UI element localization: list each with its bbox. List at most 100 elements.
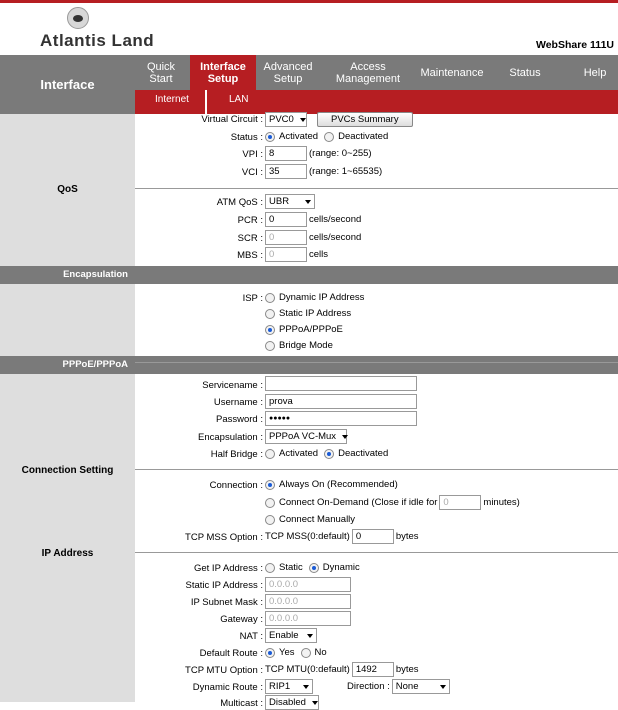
section-pppoe-bar: PPPoE/PPPoA	[0, 356, 618, 374]
chevron-down-icon	[439, 684, 446, 689]
radio-label: No	[314, 647, 327, 658]
subtab-divider	[205, 90, 207, 114]
tab-status[interactable]: Status	[500, 55, 550, 90]
status-activated-radio[interactable]	[265, 131, 275, 142]
gateway-input[interactable]: 0.0.0.0	[265, 611, 351, 626]
tab-interface-setup[interactable]: Interface Setup	[190, 55, 256, 90]
radio-label: Activated	[279, 131, 319, 142]
atmqos-label: ATM QoS :	[216, 197, 263, 208]
section-ip: IP Address	[41, 548, 94, 559]
section-pppoe: PPPoE/PPPoA	[62, 359, 128, 370]
chevron-down-icon	[299, 117, 306, 122]
tab-quick-start[interactable]: Quick Start	[135, 55, 187, 90]
tcpmtu-input[interactable]: 1492	[351, 662, 394, 677]
radio-label: Always On (Recommended)	[279, 479, 398, 490]
tab-access-management[interactable]: Access Management	[326, 55, 410, 90]
multicast-label: Multicast :	[220, 698, 263, 709]
connection-always-radio[interactable]	[265, 479, 275, 490]
radio-label: Bridge Mode	[279, 340, 333, 351]
encap-select[interactable]: PPPoA VC-Mux	[265, 429, 349, 444]
idle-unit: minutes)	[483, 497, 520, 508]
connection-manual-radio[interactable]	[265, 514, 275, 525]
atmqos-select[interactable]: UBR	[265, 194, 315, 209]
nat-label: NAT :	[239, 631, 263, 642]
username-input[interactable]: prova	[265, 394, 417, 409]
getip-static-radio[interactable]	[265, 562, 275, 573]
tab-label: Maintenance	[420, 66, 484, 79]
defroute-no-radio[interactable]	[300, 647, 311, 658]
radio-label: PPPoA/PPPoE	[279, 324, 343, 335]
staticip-input[interactable]: 0.0.0.0	[265, 577, 351, 592]
multicast-value: Disabled	[269, 697, 306, 708]
chevron-down-icon	[303, 684, 309, 689]
section-qos: QoS	[57, 184, 78, 195]
defroute-yes-radio[interactable]	[265, 647, 275, 658]
status-deactivated-radio[interactable]	[324, 131, 335, 142]
vpi-range: (range: 0~255)	[309, 148, 372, 159]
tab-label: Access Management	[335, 60, 401, 85]
subnet-input[interactable]: 0.0.0.0	[265, 594, 351, 609]
tab-help[interactable]: Help	[575, 55, 615, 90]
radio-label: Deactivated	[338, 448, 389, 459]
radio-label: Dynamic IP Address	[279, 292, 365, 303]
connection-ondemand-radio[interactable]	[265, 497, 275, 508]
pvcs-summary-button[interactable]: PVCs Summary	[317, 112, 413, 127]
vci-input[interactable]: 35	[265, 164, 307, 179]
chevron-down-icon	[311, 700, 318, 705]
radio-label: Deactivated	[338, 131, 389, 142]
tcpmss-label: TCP MSS Option :	[185, 532, 263, 543]
atmqos-value: UBR	[269, 196, 290, 207]
halfbridge-deactivated-radio[interactable]	[324, 448, 335, 459]
tcpmtu-prefix: TCP MTU(0:default)	[265, 664, 350, 675]
nat-select[interactable]: Enable	[265, 628, 317, 643]
staticip-label: Static IP Address :	[185, 580, 263, 591]
vpi-label: VPI :	[242, 149, 263, 160]
isp-static-radio[interactable]	[265, 308, 275, 319]
isp-bridge-radio[interactable]	[265, 340, 275, 351]
vpi-input[interactable]: 8	[265, 146, 307, 161]
encap-value: PPPoA VC-Mux	[269, 431, 337, 442]
tcpmss-prefix: TCP MSS(0:default)	[265, 531, 350, 542]
pcr-input[interactable]: 0	[265, 212, 307, 227]
gateway-label: Gateway :	[220, 614, 263, 625]
vc-value: PVC0	[269, 114, 294, 125]
tab-maintenance[interactable]: Maintenance	[408, 55, 496, 90]
password-input[interactable]: ●●●●●	[265, 411, 417, 426]
model-name: WebShare 111U	[535, 39, 614, 51]
mbs-input[interactable]: 0	[265, 247, 307, 262]
subtab-internet[interactable]: Internet	[155, 94, 189, 105]
sub-nav: Internet LAN	[135, 90, 618, 114]
section-encapsulation: Encapsulation	[63, 269, 128, 280]
scr-input[interactable]: 0	[265, 230, 307, 245]
chevron-down-icon	[307, 633, 313, 638]
username-label: Username :	[213, 397, 263, 408]
getip-dynamic-radio[interactable]	[308, 562, 319, 573]
direction-value: None	[395, 681, 419, 692]
dynroute-select[interactable]: RIP1	[265, 679, 313, 694]
multicast-select[interactable]: Disabled	[265, 695, 319, 710]
radio-label: Connect Manually	[279, 514, 356, 525]
divider	[135, 188, 618, 189]
idle-time-input[interactable]: 0	[439, 495, 482, 510]
tab-advanced-setup[interactable]: Advanced Setup	[258, 55, 318, 90]
getip-label: Get IP Address :	[193, 563, 263, 574]
header: Atlantis Land WebShare 111U	[0, 3, 618, 55]
servicename-input[interactable]	[265, 376, 417, 391]
tab-label: Status	[509, 66, 541, 79]
isp-label: ISP :	[242, 293, 263, 304]
tcpmss-input[interactable]: 0	[351, 529, 394, 544]
halfbridge-activated-radio[interactable]	[265, 448, 275, 459]
isp-dynamic-radio[interactable]	[265, 292, 275, 303]
dynroute-label: Dynamic Route :	[192, 682, 263, 693]
chevron-down-icon	[305, 199, 311, 204]
sidebar	[0, 114, 135, 702]
vc-select[interactable]: PVC0	[265, 112, 307, 127]
scr-label: SCR :	[237, 233, 263, 244]
vci-label: VCI :	[241, 167, 263, 178]
isp-pppoa-radio[interactable]	[265, 324, 275, 335]
chevron-down-icon	[342, 434, 349, 439]
direction-select[interactable]: None	[391, 679, 450, 694]
subtab-lan[interactable]: LAN	[229, 94, 248, 105]
divider	[135, 469, 618, 470]
radio-label: Activated	[279, 448, 319, 459]
